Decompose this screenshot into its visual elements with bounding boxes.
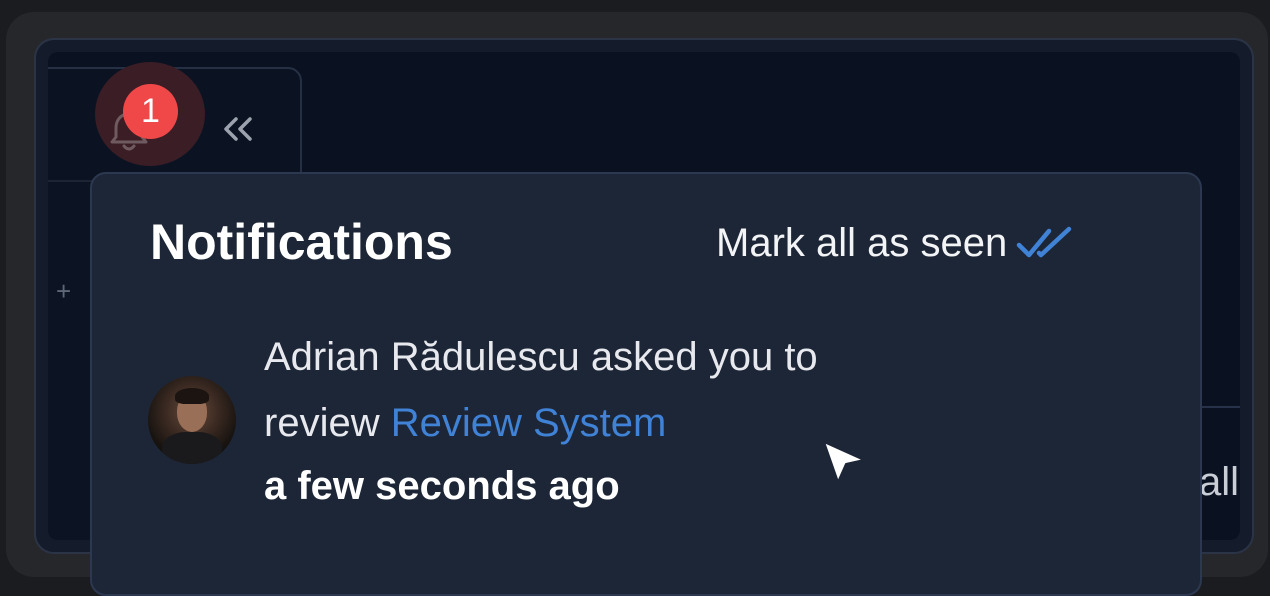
double-check-icon [1016, 226, 1072, 258]
notification-message: Adrian Rădulescu asked you to review Rev… [264, 324, 904, 456]
mouse-cursor-icon [823, 441, 865, 483]
background-text-fragment: all [1199, 460, 1240, 504]
double-chevron-left-icon[interactable] [220, 114, 256, 144]
add-icon[interactable]: + [56, 278, 71, 304]
notification-actor: Adrian Rădulescu [264, 335, 580, 379]
notification-timestamp: a few seconds ago [264, 464, 620, 508]
divider [1202, 406, 1240, 408]
notifications-title: Notifications [150, 214, 453, 270]
notification-count-badge: 1 [123, 84, 178, 139]
mark-all-seen-button[interactable]: Mark all as seen [716, 218, 1075, 268]
user-avatar [148, 376, 236, 464]
notifications-panel: Notifications Mark all as seen Adrian Ră… [90, 172, 1202, 596]
mark-all-seen-label: Mark all as seen [716, 221, 1008, 265]
notification-link[interactable]: Review System [391, 401, 667, 445]
